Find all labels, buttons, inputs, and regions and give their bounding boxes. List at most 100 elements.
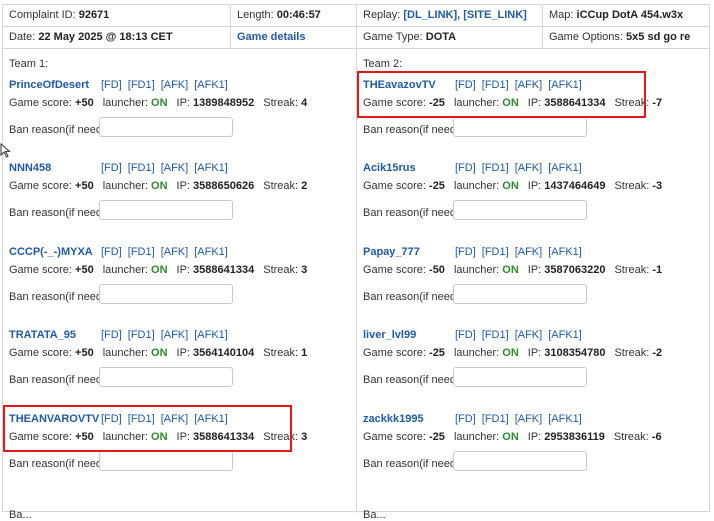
ban-reason-label: Ban reason(if need):: [9, 458, 109, 470]
date-value: 22 May 2025 @ 18:13 CET: [38, 31, 173, 43]
ban-reason-input[interactable]: [453, 451, 587, 471]
ban-reason-row: Ban reason(if need):: [9, 451, 233, 471]
player-name[interactable]: PrinceOfDesert: [9, 79, 89, 91]
flag-fd-link[interactable]: [FD]: [101, 329, 122, 341]
streak-label: Streak:: [613, 431, 649, 443]
streak-value: 4: [301, 97, 308, 109]
ban-reason-input[interactable]: [453, 117, 587, 137]
player-row: Acik15rus [FD] [FD1] [AFK] [AFK1] Game score:…: [363, 162, 703, 232]
ban-reason-input[interactable]: [99, 367, 233, 387]
ban-reason-input[interactable]: [453, 200, 587, 220]
ban-reason-row: Ban reason(if need):: [363, 200, 587, 220]
ip-value: 2953836119: [544, 431, 605, 443]
player-flags: [FD] [FD1] [AFK] [AFK1]: [101, 246, 234, 258]
ban-reason-row: Ban reason(if need):: [363, 117, 587, 137]
separator: [542, 5, 543, 49]
game-options-cell: Game Options: 5x5 sd go re: [543, 27, 709, 48]
streak-label: Streak:: [263, 97, 299, 109]
flag-afk-link[interactable]: [AFK]: [515, 329, 543, 341]
player-name[interactable]: Acik15rus: [363, 162, 416, 174]
flag-fd1-link[interactable]: [FD1]: [128, 162, 155, 174]
ban-reason-input[interactable]: [99, 117, 233, 137]
flag-afk1-link[interactable]: [AFK1]: [194, 329, 228, 341]
flag-fd-link[interactable]: [FD]: [101, 246, 122, 258]
ban-reason-input[interactable]: [99, 200, 233, 220]
flag-fd1-link[interactable]: [FD1]: [482, 162, 509, 174]
flag-afk1-link[interactable]: [AFK1]: [194, 162, 228, 174]
ban-reason-label: Ban reason(if need):: [9, 374, 109, 386]
player-name[interactable]: TRATATA_95: [9, 329, 76, 341]
ban-reason-label: Ban reason(if need):: [9, 124, 109, 136]
complaint-panel: Complaint ID: 92671 Length: 00:46:57 Rep…: [2, 4, 710, 521]
flag-afk1-link[interactable]: [AFK1]: [194, 79, 228, 91]
length-label: Length:: [237, 9, 277, 21]
flag-fd1-link[interactable]: [FD1]: [482, 246, 509, 258]
launcher-value: ON: [502, 347, 519, 359]
player-name[interactable]: zackkk1995: [363, 413, 424, 425]
flag-fd1-link[interactable]: [FD1]: [482, 413, 509, 425]
ban-reason-label: Ban reason(if need):: [9, 207, 109, 219]
flag-afk-link[interactable]: [AFK]: [515, 246, 543, 258]
launcher-label: launcher:: [102, 180, 148, 192]
flag-fd-link[interactable]: [FD]: [101, 79, 122, 91]
flag-afk-link[interactable]: [AFK]: [161, 79, 189, 91]
game-score-label: Game score:: [363, 264, 426, 276]
complaint-id-label: Complaint ID:: [9, 9, 79, 21]
ban-reason-row: Ban reason(if need):: [363, 367, 587, 387]
flag-fd1-link[interactable]: [FD1]: [128, 329, 155, 341]
flag-afk1-link[interactable]: [AFK1]: [194, 246, 228, 258]
flag-fd1-link[interactable]: [FD1]: [482, 329, 509, 341]
player-flags: [FD] [FD1] [AFK] [AFK1]: [101, 329, 234, 341]
ban-reason-input[interactable]: [99, 284, 233, 304]
flag-fd-link[interactable]: [FD]: [455, 246, 476, 258]
flag-afk-link[interactable]: [AFK]: [515, 413, 543, 425]
replay-links[interactable]: [DL_LINK], [SITE_LINK]: [403, 9, 526, 21]
flag-afk-link[interactable]: [AFK]: [161, 162, 189, 174]
ip-label: IP:: [527, 180, 542, 192]
replay-label: Replay:: [363, 9, 404, 21]
ip-label: IP:: [176, 180, 190, 192]
ban-reason-input[interactable]: [453, 367, 587, 387]
game-score-value: -50: [429, 264, 445, 276]
flag-fd-link[interactable]: [FD]: [455, 329, 476, 341]
streak-value: 2: [301, 180, 308, 192]
footer-label: Ba...: [363, 509, 386, 521]
player-name[interactable]: CCCP(-_-)MYXA: [9, 246, 93, 258]
flag-fd-link[interactable]: [FD]: [455, 162, 476, 174]
flag-fd-link[interactable]: [FD]: [455, 413, 476, 425]
flag-afk1-link[interactable]: [AFK1]: [548, 329, 582, 341]
game-score-value: +50: [75, 97, 94, 109]
game-score-value: -25: [429, 347, 445, 359]
ban-reason-label: Ban reason(if need):: [9, 291, 109, 303]
flag-afk1-link[interactable]: [AFK1]: [548, 246, 582, 258]
player-name[interactable]: Papay_777: [363, 246, 420, 258]
ban-reason-label: Ban reason(if need):: [363, 374, 463, 386]
flag-fd1-link[interactable]: [FD1]: [128, 246, 155, 258]
streak-value: -2: [652, 347, 663, 359]
flag-afk1-link[interactable]: [AFK1]: [548, 162, 582, 174]
player-name[interactable]: liver_lvl99: [363, 329, 416, 341]
player-name[interactable]: NNN458: [9, 162, 51, 174]
streak-label: Streak:: [263, 180, 299, 192]
game-details-link[interactable]: Game details: [237, 31, 305, 43]
flag-fd-link[interactable]: [FD]: [101, 162, 122, 174]
replay-cell: Replay: [DL_LINK], [SITE_LINK]: [357, 5, 543, 26]
length-value: 00:46:57: [276, 9, 321, 21]
ip-label: IP:: [176, 97, 190, 109]
map-value: iCCup DotA 454.w3x: [576, 9, 684, 21]
streak-value: 1: [301, 347, 308, 359]
launcher-value: ON: [151, 264, 168, 276]
flag-fd1-link[interactable]: [FD1]: [128, 79, 155, 91]
game-score-label: Game score:: [363, 431, 426, 443]
flag-afk-link[interactable]: [AFK]: [515, 162, 543, 174]
launcher-label: launcher:: [102, 347, 148, 359]
flag-afk1-link[interactable]: [AFK1]: [548, 413, 582, 425]
flag-afk-link[interactable]: [AFK]: [161, 246, 189, 258]
ban-reason-input[interactable]: [453, 284, 587, 304]
ban-reason-input[interactable]: [99, 451, 233, 471]
ban-reason-row: Ban reason(if need):: [363, 284, 587, 304]
streak-label: Streak:: [263, 347, 299, 359]
ip-value: 3588641334: [193, 264, 255, 276]
flag-afk-link[interactable]: [AFK]: [161, 329, 189, 341]
streak-value: -6: [651, 431, 662, 443]
